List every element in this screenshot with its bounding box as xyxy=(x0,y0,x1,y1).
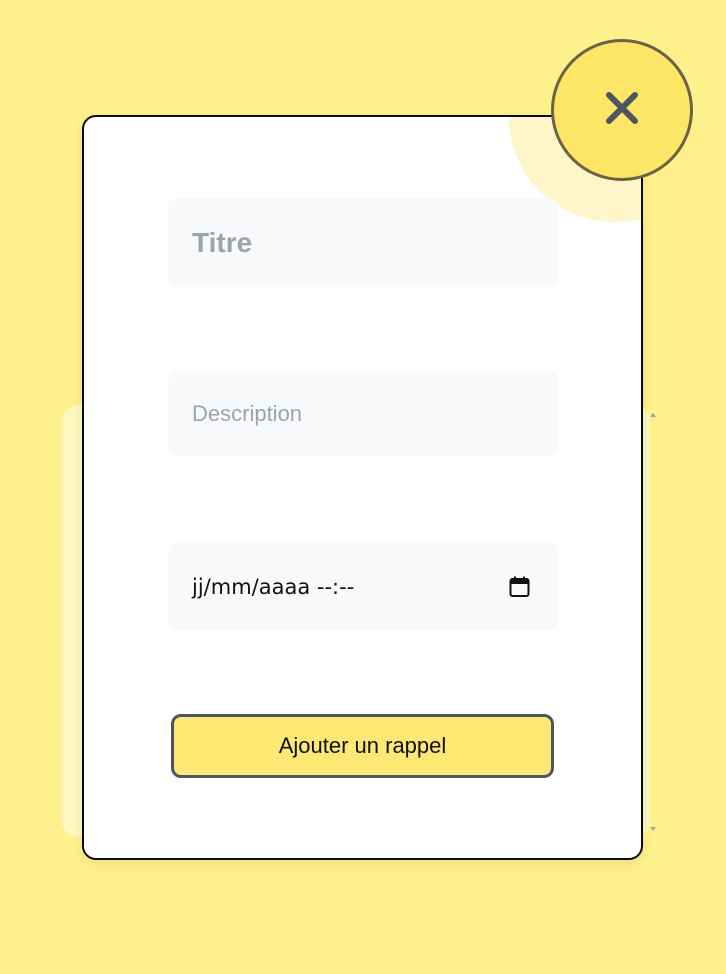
add-reminder-dialog: jj/mm/aaaa --:-- Ajouter un rappel xyxy=(82,115,643,860)
add-reminder-button[interactable]: Ajouter un rappel xyxy=(171,714,554,778)
datetime-value[interactable]: jj/mm/aaaa --:-- xyxy=(192,575,354,599)
description-field[interactable] xyxy=(168,372,558,456)
datetime-input[interactable]: jj/mm/aaaa --:-- xyxy=(168,543,558,630)
scroll-down-arrow-icon[interactable] xyxy=(650,827,656,831)
calendar-icon[interactable] xyxy=(508,576,530,598)
close-button[interactable] xyxy=(551,39,693,181)
description-input[interactable] xyxy=(192,401,558,427)
title-field[interactable] xyxy=(168,198,558,287)
close-icon xyxy=(605,91,639,130)
scroll-up-arrow-icon[interactable] xyxy=(650,413,656,417)
title-input[interactable] xyxy=(192,226,558,259)
